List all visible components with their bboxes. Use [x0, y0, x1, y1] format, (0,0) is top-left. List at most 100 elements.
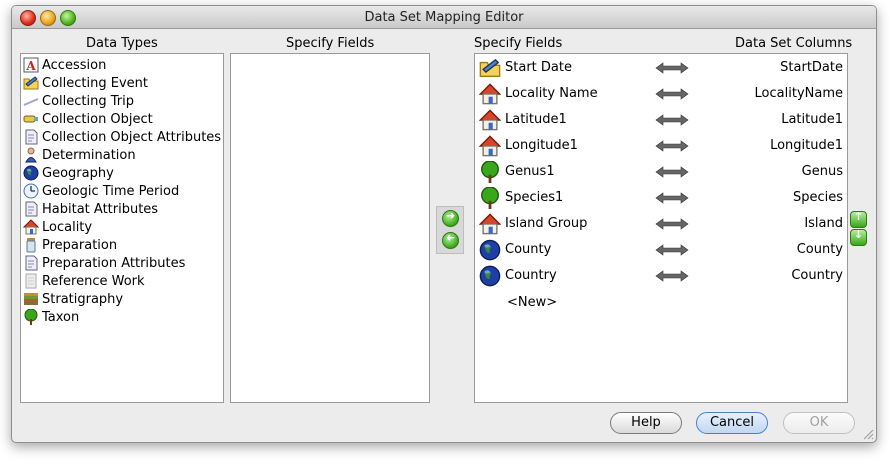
data-type-item[interactable]: Collecting Event: [21, 74, 148, 92]
double-arrow-icon: [655, 270, 689, 282]
house-icon: [478, 83, 502, 105]
tree-icon: [479, 160, 501, 183]
data-type-item[interactable]: Taxon: [21, 308, 79, 326]
data-type-item[interactable]: Determination: [21, 146, 136, 164]
mapping-field-label: Genus1: [505, 164, 555, 179]
help-button[interactable]: Help: [610, 412, 682, 434]
mapping-field-label: Country: [505, 268, 557, 283]
data-types-header: Data Types: [86, 36, 158, 51]
mapping-field-label: Latitude1: [505, 112, 567, 127]
folder-icon: [479, 57, 501, 79]
mapping-row[interactable]: Country Country: [475, 263, 845, 289]
arrow-left-icon: ➜: [445, 231, 456, 244]
mapping-column-label: Island: [804, 216, 843, 231]
transfer-button-group: ➜ ➜: [436, 206, 464, 254]
new-mapping-row[interactable]: <New>: [507, 295, 557, 310]
mapping-row[interactable]: County County: [475, 237, 845, 263]
mapping-column-label: Country: [791, 268, 843, 283]
mapping-column-label: LocalityName: [754, 86, 843, 101]
trip-icon: [23, 93, 39, 109]
data-type-item[interactable]: Preparation: [21, 236, 117, 254]
data-type-item[interactable]: A Accession: [21, 56, 106, 74]
mapping-row[interactable]: Genus1 Genus: [475, 159, 845, 185]
mapping-field-label: Start Date: [505, 60, 572, 75]
data-type-label: Geologic Time Period: [42, 183, 180, 199]
data-type-label: Accession: [42, 57, 107, 73]
mapping-field-label: Longitude1: [505, 138, 578, 153]
remove-mapping-button[interactable]: ➜: [442, 231, 459, 249]
collection-object-icon: [23, 111, 39, 127]
resize-grip-icon[interactable]: [862, 428, 874, 440]
arrow-right-icon: ➜: [445, 209, 456, 222]
title-bar[interactable]: Data Set Mapping Editor: [12, 6, 876, 29]
data-type-label: Reference Work: [42, 273, 145, 289]
mapping-field-label: Island Group: [505, 216, 588, 231]
data-type-item[interactable]: Geography: [21, 164, 114, 182]
mapping-editor-window: Data Set Mapping Editor Data Types Speci…: [11, 5, 877, 443]
ok-button[interactable]: OK: [783, 412, 855, 434]
move-up-button[interactable]: ↑: [850, 210, 867, 228]
mapping-row[interactable]: Locality Name LocalityName: [475, 81, 845, 107]
double-arrow-icon: [655, 140, 689, 152]
data-set-columns-header: Data Set Columns: [735, 36, 853, 51]
mapping-row[interactable]: Longitude1 Longitude1: [475, 133, 845, 159]
globe-icon: [479, 265, 501, 287]
data-type-item[interactable]: Geologic Time Period: [21, 182, 179, 200]
folder-icon: [23, 75, 39, 91]
attributes-icon: [23, 129, 39, 145]
cancel-button[interactable]: Cancel: [696, 412, 768, 434]
window-title: Data Set Mapping Editor: [364, 10, 524, 25]
double-arrow-icon: [655, 166, 689, 178]
data-type-label: Collection Object: [42, 111, 153, 127]
specify-fields-header-right: Specify Fields: [474, 36, 563, 51]
data-type-item[interactable]: Collecting Trip: [21, 92, 134, 110]
mapping-row[interactable]: Species1 Species: [475, 185, 845, 211]
data-type-label: Habitat Attributes: [42, 201, 159, 217]
specify-fields-list[interactable]: [230, 53, 430, 403]
mapping-column-label: StartDate: [780, 60, 843, 75]
data-type-item[interactable]: Locality: [21, 218, 92, 236]
strata-icon: [23, 291, 39, 307]
reference-icon: [23, 273, 39, 289]
data-type-label: Collection Object Attributes: [42, 129, 222, 145]
data-type-label: Preparation Attributes: [42, 255, 186, 271]
move-down-button[interactable]: ↓: [850, 228, 867, 246]
data-type-item[interactable]: Stratigraphy: [21, 290, 123, 308]
data-type-item[interactable]: Collection Object Attributes: [21, 128, 221, 146]
mapping-list[interactable]: Start Date StartDate Locality Name Locality…: [474, 53, 848, 403]
mapping-row[interactable]: Island Group Island: [475, 211, 845, 237]
data-types-list[interactable]: A Accession Collecting Event Collecting Tri…: [20, 53, 224, 403]
attributes-icon: [23, 255, 39, 271]
house-icon: [478, 213, 502, 235]
add-mapping-button[interactable]: ➜: [442, 209, 459, 227]
mapping-column-label: Longitude1: [770, 138, 843, 153]
data-type-label: Determination: [42, 147, 136, 163]
data-type-label: Taxon: [42, 309, 80, 325]
house-icon: [22, 219, 40, 235]
tree-icon: [479, 186, 501, 209]
mapping-column-label: Species: [792, 190, 843, 205]
double-arrow-icon: [655, 62, 689, 74]
double-arrow-icon: [655, 218, 689, 230]
tree-icon: [23, 308, 39, 325]
person-icon: [23, 147, 39, 163]
data-type-item[interactable]: Collection Object: [21, 110, 153, 128]
mapping-row[interactable]: Latitude1 Latitude1: [475, 107, 845, 133]
double-arrow-icon: [655, 192, 689, 204]
house-icon: [478, 135, 502, 157]
globe-icon: [479, 239, 501, 261]
mapping-field-label: Locality Name: [505, 86, 598, 101]
mapping-row[interactable]: Start Date StartDate: [475, 55, 845, 81]
data-type-item[interactable]: Habitat Attributes: [21, 200, 158, 218]
mapping-column-label: Genus: [801, 164, 843, 179]
double-arrow-icon: [655, 244, 689, 256]
data-type-label: Preparation: [42, 237, 118, 253]
data-type-item[interactable]: Preparation Attributes: [21, 254, 185, 272]
mapping-field-label: County: [505, 242, 552, 257]
double-arrow-icon: [655, 114, 689, 126]
accession-icon: A: [23, 57, 39, 73]
mapping-column-label: Latitude1: [781, 112, 843, 127]
data-type-item[interactable]: Reference Work: [21, 272, 145, 290]
specify-fields-header-left: Specify Fields: [286, 36, 375, 51]
arrow-down-icon: ↓: [853, 228, 864, 241]
